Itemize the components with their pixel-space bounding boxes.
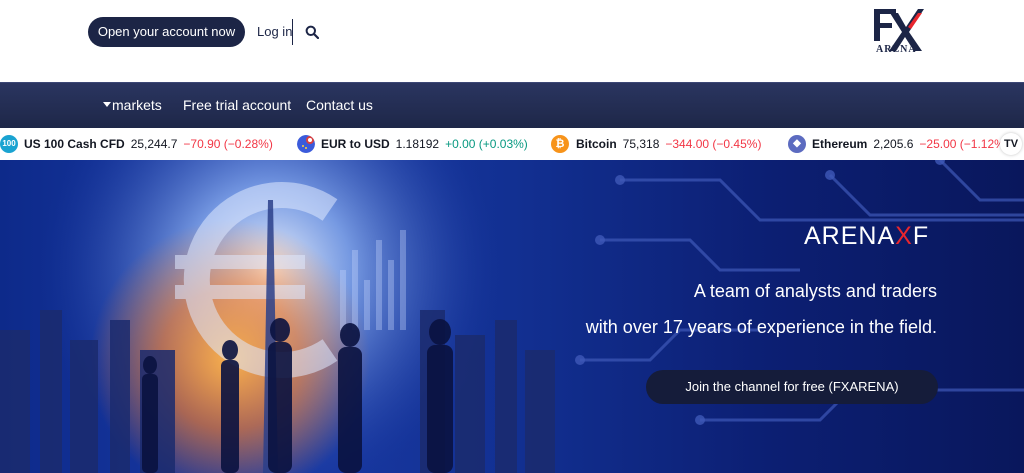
tradingview-logo-icon[interactable]: TV [1000,133,1022,155]
ethereum-icon: ◆ [788,135,806,153]
caret-down-icon [103,102,111,107]
price-ticker: 100 US 100 Cash CFD 25,244.7 −70.90 (−0.28… [0,128,1024,160]
ticker-item-ethereum[interactable]: ◆ Ethereum 2,205.6 −25.00 (−1.12%) [788,128,1009,160]
main-nav: markets Free trial account Contact us [0,82,1024,128]
ticker-item-us100[interactable]: 100 US 100 Cash CFD 25,244.7 −70.90 (−0.28… [0,128,273,160]
ticker-name: Bitcoin [576,137,617,151]
nav-item-markets[interactable]: markets [103,97,162,113]
ticker-price: 75,318 [622,137,660,151]
eu-us-flag-icon [297,135,315,153]
hero-brand-accent: X [895,222,913,250]
search-icon[interactable] [305,25,319,39]
ticker-name: US 100 Cash CFD [24,137,125,151]
hero-brand-part: ARENA [804,222,896,250]
logo-wordmark: ARENA [876,44,917,55]
ticker-change: −70.90 (−0.28%) [183,137,273,151]
ticker-change: +0.00 (+0.03%) [445,137,528,151]
nav-item-contact[interactable]: Contact us [306,97,373,113]
ticker-name: EUR to USD [321,137,390,151]
ticker-item-eurusd[interactable]: EUR to USD 1.18192 +0.00 (+0.03%) [297,128,528,160]
hero-tagline-line1: A team of analysts and traders [693,281,937,301]
ticker-item-bitcoin[interactable]: ₿ Bitcoin 75,318 −344.00 (−0.45%) [551,128,761,160]
ticker-price: 25,244.7 [130,137,178,151]
us100-icon: 100 [0,135,18,153]
hero-banner: ARENAXF A team of analysts and traders w… [0,160,1024,473]
open-account-button[interactable]: Open your account now [88,17,245,47]
ticker-name: Ethereum [812,137,868,151]
ticker-change: −344.00 (−0.45%) [665,137,762,151]
header-divider [292,19,293,45]
ticker-price: 1.18192 [395,137,440,151]
login-link[interactable]: Log in [257,24,292,39]
hero-brand-title: ARENAXF [804,222,929,251]
ticker-price: 2,205.6 [873,137,914,151]
top-header: Open your account now Log in ARENA [0,0,1024,82]
hero-tagline-line2: with over 17 years of experience in the … [585,317,937,337]
ticker-change: −25.00 (−1.12%) [919,137,1009,151]
nav-item-markets-label: markets [112,97,162,113]
bitcoin-icon: ₿ [551,135,569,153]
hero-brand-part: F [912,222,930,250]
nav-item-free-trial[interactable]: Free trial account [183,97,291,113]
join-channel-button[interactable]: Join the channel for free (FXARENA) [646,370,938,404]
